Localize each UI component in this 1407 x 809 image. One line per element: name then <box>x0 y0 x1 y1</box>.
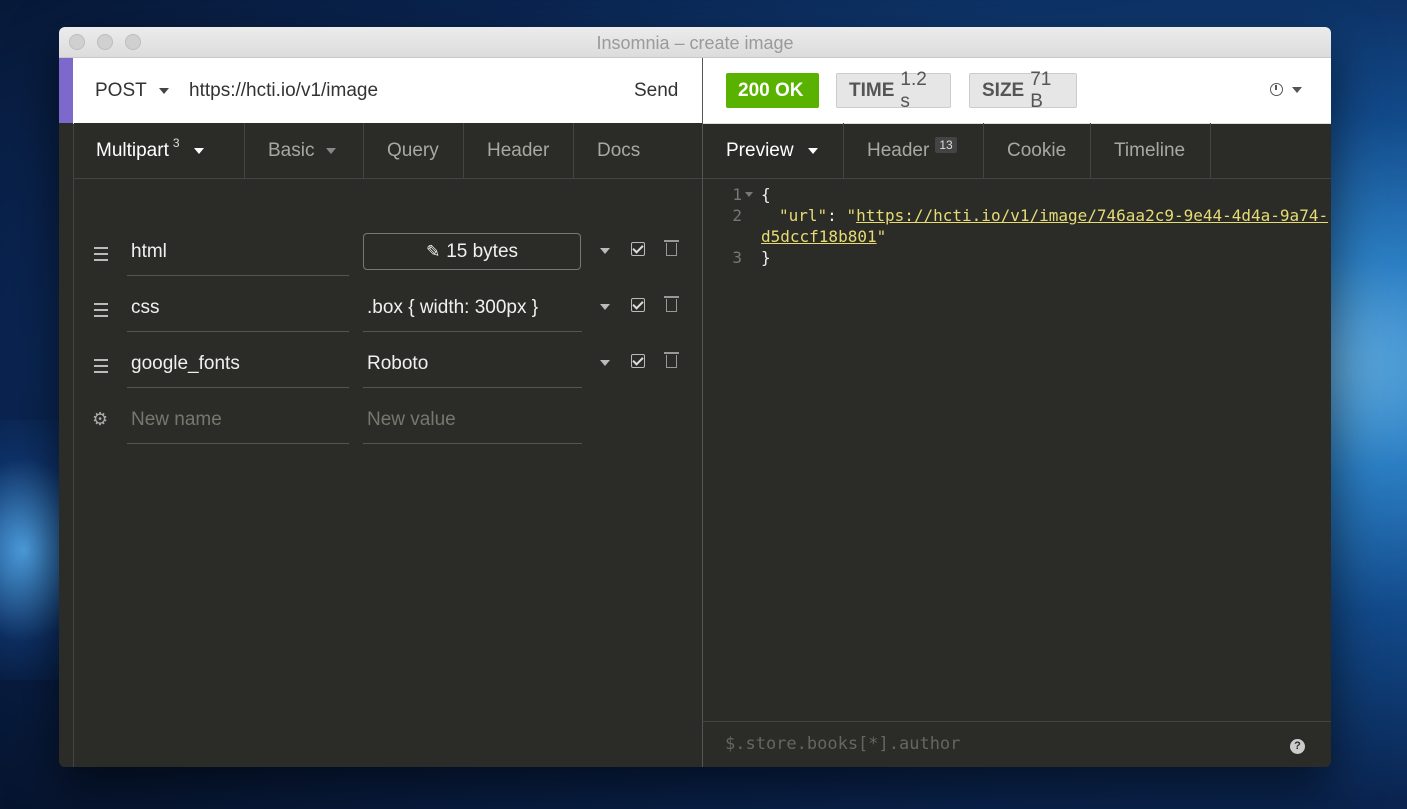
response-url-link[interactable]: d5dccf18b801 <box>761 227 877 246</box>
response-filter-bar: $.store.books[*].author ? <box>703 721 1331 767</box>
time-value: 1.2 s <box>900 68 927 112</box>
workspace-accent <box>59 58 73 123</box>
sidebar-edge <box>59 58 73 767</box>
param-name-input[interactable]: html <box>127 228 349 276</box>
tab-divider <box>983 123 984 178</box>
tab-label: Query <box>387 139 439 161</box>
url-bar: POST https://hcti.io/v1/image Send <box>73 58 702 124</box>
drag-handle-icon[interactable] <box>94 303 108 321</box>
fold-icon[interactable] <box>745 192 753 197</box>
tab-label: Multipart <box>96 139 169 161</box>
new-param-row: ⚙ New name New value <box>74 396 702 452</box>
tab-docs[interactable]: Docs <box>597 123 640 178</box>
chevron-down-icon[interactable] <box>326 147 337 154</box>
json-colon: : <box>827 206 847 225</box>
url-input[interactable]: https://hcti.io/v1/image <box>189 80 378 102</box>
help-icon[interactable]: ? <box>1290 739 1305 754</box>
code-close-brace: } <box>761 248 771 267</box>
code-open-brace: { <box>761 185 771 204</box>
tab-divider <box>363 123 364 178</box>
time-label: TIME <box>849 79 895 101</box>
tab-divider <box>1210 123 1211 178</box>
send-button[interactable]: Send <box>634 80 678 102</box>
chevron-down-icon[interactable] <box>1292 87 1302 93</box>
gear-icon[interactable]: ⚙ <box>92 409 108 430</box>
checkbox-checked-icon[interactable] <box>631 242 645 256</box>
tab-divider <box>843 123 844 178</box>
param-row: html ✎ 15 bytes <box>74 228 702 284</box>
status-badge: 200 OK <box>726 73 819 108</box>
tab-label: Timeline <box>1114 139 1186 161</box>
chevron-down-icon[interactable] <box>193 147 204 154</box>
line-number: 2 <box>732 206 742 225</box>
tab-divider <box>573 123 574 178</box>
tab-timeline[interactable]: Timeline <box>1114 123 1185 178</box>
time-badge: TIME 1.2 s <box>836 69 951 112</box>
response-pane: 200 OK TIME 1.2 s SIZE 71 B Preview Head… <box>702 58 1331 767</box>
line-number: 3 <box>732 248 742 267</box>
tab-label: Header <box>867 139 930 161</box>
chevron-down-icon[interactable] <box>159 88 169 94</box>
request-tabs: Multipart 3 Basic Query Header Docs <box>74 123 702 179</box>
size-badge: SIZE 71 B <box>969 69 1077 112</box>
drag-handle-icon[interactable] <box>94 247 108 265</box>
trash-icon[interactable] <box>664 296 679 312</box>
param-row: css .box { width: 300px } <box>74 284 702 340</box>
tab-divider <box>463 123 464 178</box>
tab-response-header[interactable]: Header 13 <box>867 123 957 178</box>
count-badge: 13 <box>935 136 957 153</box>
line-number: 1 <box>732 185 742 204</box>
response-status-bar: 200 OK TIME 1.2 s SIZE 71 B <box>703 58 1331 124</box>
tab-divider <box>244 123 245 178</box>
checkbox-checked-icon[interactable] <box>631 298 645 312</box>
titlebar: Insomnia – create image <box>59 27 1331 58</box>
tab-header[interactable]: Header <box>487 123 549 178</box>
method-selector[interactable]: POST <box>95 80 147 102</box>
edit-icon: ✎ <box>425 241 441 261</box>
window-title: Insomnia – create image <box>596 33 794 53</box>
tab-multipart[interactable]: Multipart 3 <box>96 123 204 178</box>
chevron-down-icon[interactable] <box>600 360 610 366</box>
new-name-input[interactable]: New name <box>127 396 349 444</box>
count-badge: 3 <box>172 135 180 150</box>
trash-icon[interactable] <box>664 240 679 256</box>
file-size-label: 15 bytes <box>446 240 519 262</box>
edit-file-button[interactable]: ✎ 15 bytes <box>363 233 581 270</box>
param-name-input[interactable]: css <box>127 284 349 332</box>
tab-basic[interactable]: Basic <box>268 123 337 178</box>
clock-icon[interactable] <box>1270 83 1283 96</box>
tab-label: Header <box>487 139 550 161</box>
size-value: 71 B <box>1030 68 1052 112</box>
tab-label: Basic <box>268 139 315 161</box>
chevron-down-icon[interactable] <box>600 304 610 310</box>
tab-label: Docs <box>597 139 641 161</box>
response-tabs: Preview Header 13 Cookie Timeline <box>703 123 1331 179</box>
response-url-link[interactable]: https://hcti.io/v1/image/746aa2c9-9e44-4… <box>856 206 1328 225</box>
size-label: SIZE <box>982 79 1025 101</box>
filter-input[interactable]: $.store.books[*].author <box>725 734 960 754</box>
json-quote: " <box>846 206 857 225</box>
trash-icon[interactable] <box>664 352 679 368</box>
tab-preview[interactable]: Preview <box>726 123 818 178</box>
tab-label: Preview <box>726 139 794 161</box>
chevron-down-icon[interactable] <box>600 248 610 254</box>
new-value-input[interactable]: New value <box>363 396 582 444</box>
code-line-wrap: d5dccf18b801" <box>761 226 886 247</box>
tab-label: Cookie <box>1007 139 1067 161</box>
json-quote: " <box>876 227 887 246</box>
checkbox-checked-icon[interactable] <box>631 354 645 368</box>
tab-cookie[interactable]: Cookie <box>1007 123 1066 178</box>
param-value-input[interactable]: .box { width: 300px } <box>363 284 582 332</box>
tab-divider <box>1090 123 1091 178</box>
request-pane: POST https://hcti.io/v1/image Send Multi… <box>59 58 702 767</box>
app-window: Insomnia – create image POST https://hct… <box>59 27 1331 767</box>
tab-query[interactable]: Query <box>387 123 439 178</box>
param-row: google_fonts Roboto <box>74 340 702 396</box>
json-key: "url" <box>779 206 828 225</box>
chevron-down-icon[interactable] <box>807 147 818 154</box>
param-name-input[interactable]: google_fonts <box>127 340 349 388</box>
code-line: "url": "https://hcti.io/v1/image/746aa2c… <box>779 205 1328 226</box>
param-value-input[interactable]: Roboto <box>363 340 582 388</box>
drag-handle-icon[interactable] <box>94 359 108 377</box>
